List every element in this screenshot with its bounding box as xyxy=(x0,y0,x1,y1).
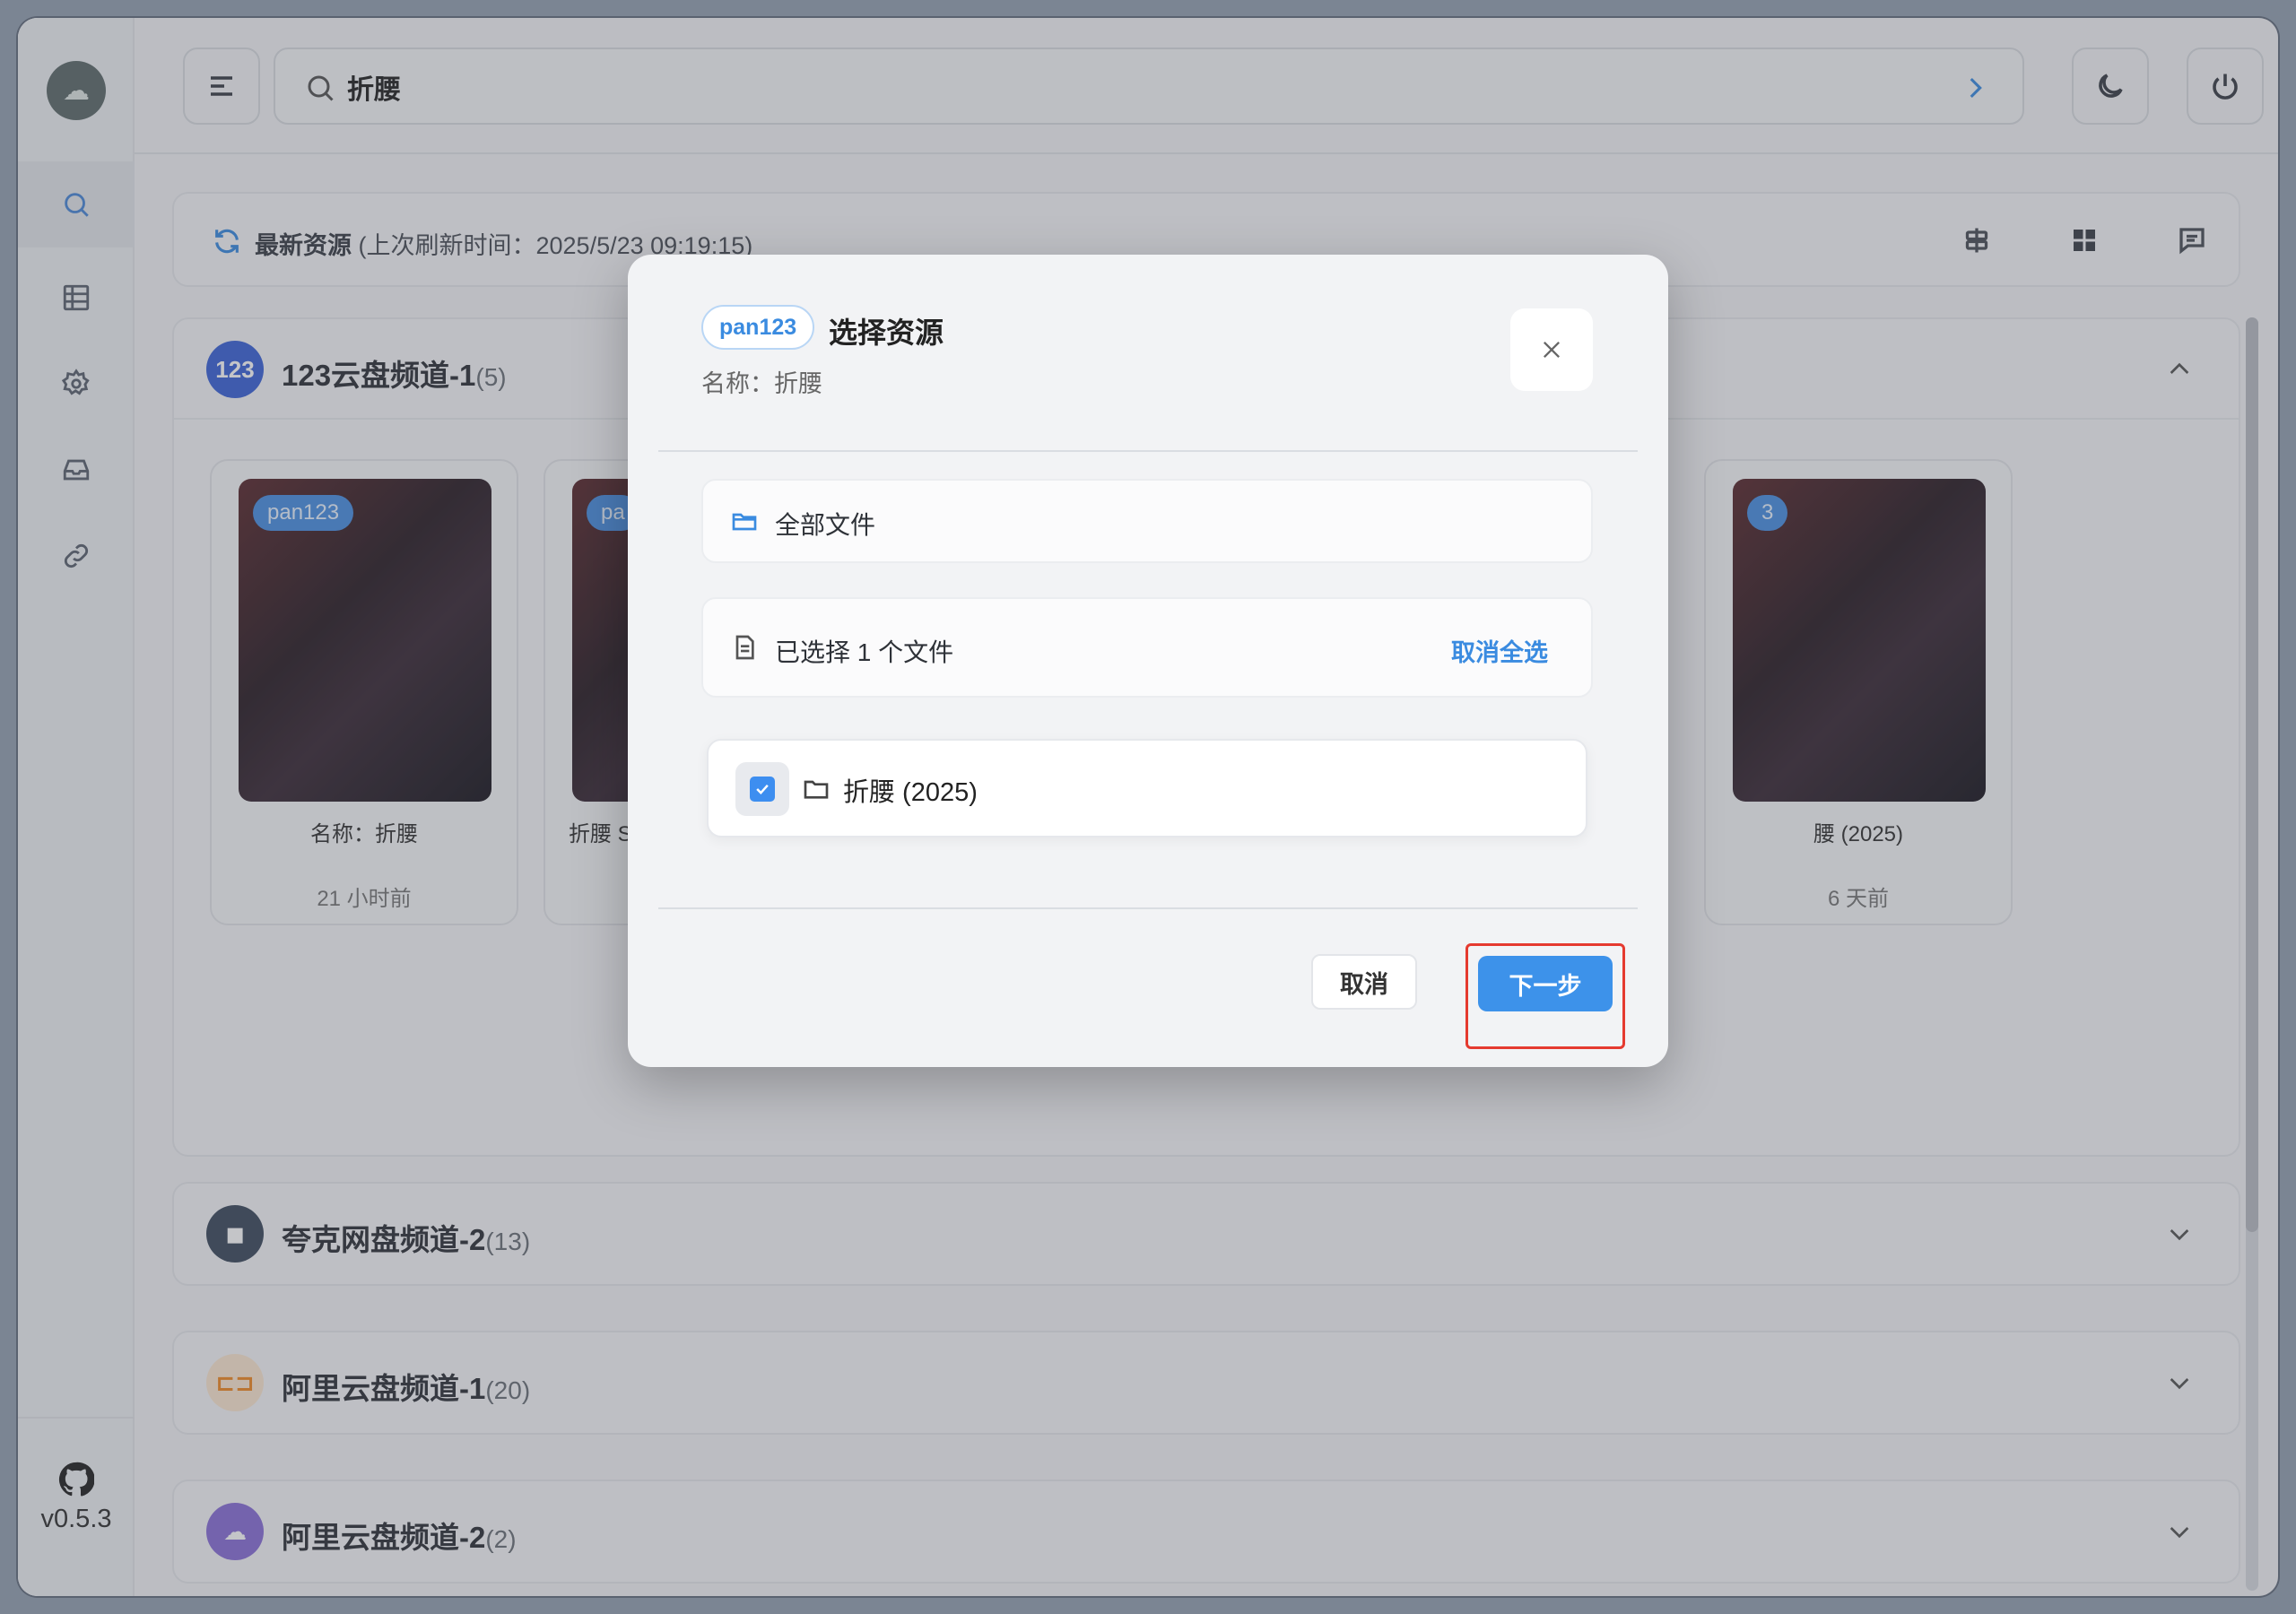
check-icon xyxy=(756,784,769,794)
file-item[interactable]: 折腰 (2025) xyxy=(707,739,1587,837)
all-files-row[interactable]: 全部文件 xyxy=(701,479,1593,563)
file-icon xyxy=(735,635,754,660)
selection-summary-row: 已选择 1 个文件 取消全选 xyxy=(701,597,1593,698)
dialog-subtitle: 名称：折腰 xyxy=(701,370,822,397)
folder-open-icon xyxy=(732,513,757,531)
provider-badge: pan123 xyxy=(701,305,815,350)
close-icon xyxy=(1544,342,1560,358)
file-checkbox[interactable] xyxy=(735,762,789,816)
select-resource-dialog: pan123 选择资源 名称：折腰 全部文件 已选择 1 个文件 取消全选 折腰… xyxy=(628,255,1668,1067)
cancel-button[interactable]: 取消 xyxy=(1311,954,1417,1010)
app-window: ☁ v0.5.3 折腰 最新资源 (上次刷新时间：2025/5/23 09:19… xyxy=(18,18,2278,1596)
divider xyxy=(658,450,1638,452)
selected-count-text: 已选择 1 个文件 xyxy=(775,638,954,666)
all-files-label: 全部文件 xyxy=(775,511,876,539)
next-step-button[interactable]: 下一步 xyxy=(1478,956,1613,1011)
file-name: 折腰 (2025) xyxy=(843,778,978,807)
folder-icon xyxy=(804,780,829,799)
deselect-all-link[interactable]: 取消全选 xyxy=(1451,633,1548,668)
dialog-title: 选择资源 xyxy=(829,317,944,349)
close-button[interactable] xyxy=(1510,308,1593,391)
divider xyxy=(658,907,1638,909)
